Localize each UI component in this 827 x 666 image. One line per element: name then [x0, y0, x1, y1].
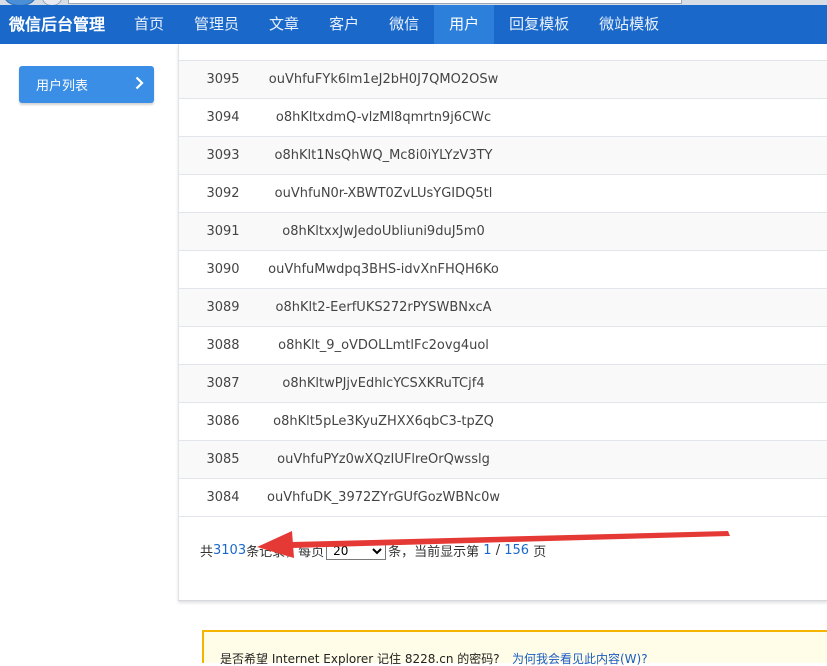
user-openid-cell: ouVhfuMwdpq3BHS-idvXnFHQH6Ko — [267, 250, 501, 289]
user-id-cell: 3084 — [179, 478, 267, 517]
ie-password-prompt: 是否希望 Internet Explorer 记住 8228.cn 的密码? 为… — [202, 630, 827, 666]
empty-cell — [500, 402, 827, 441]
empty-cell — [500, 250, 827, 289]
user-table-panel: 3095 ouVhfuFYk6lm1eJ2bH0J7QMO2OSw 3094 o8hK… — [178, 44, 827, 601]
user-openid-cell: o8hKltxdmQ-vlzMl8qmrtn9j6CWc — [267, 98, 501, 137]
table-row[interactable]: 3086 o8hKlt5pLe3KyuZHXX6qbC3-tpZQ — [179, 402, 827, 441]
user-id-cell: 3088 — [179, 326, 267, 365]
nav-site-templates[interactable]: 微站模板 — [584, 5, 674, 44]
user-id-cell: 3086 — [179, 402, 267, 441]
table-row[interactable]: 3084 ouVhfuDK_3972ZYrGUfGozWBNc0w — [179, 478, 827, 517]
user-openid-cell: o8hKlt2-EerfUKS272rPYSWBNxcA — [267, 288, 501, 327]
empty-cell — [500, 98, 827, 137]
empty-cell — [500, 212, 827, 251]
nav-wechat[interactable]: 微信 — [374, 5, 434, 44]
pager-prefix: 共 — [200, 545, 214, 560]
user-openid-cell: o8hKlt1NsQhWQ_Mc8i0iYLYzV3TY — [267, 136, 501, 175]
user-openid-cell: ouVhfuDK_3972ZYrGUfGozWBNc0w — [267, 478, 501, 517]
empty-cell — [500, 478, 827, 517]
user-id-cell: 3092 — [179, 174, 267, 213]
table-row[interactable]: 3093 o8hKlt1NsQhWQ_Mc8i0iYLYzV3TY — [179, 136, 827, 175]
user-id-cell: 3095 — [179, 61, 267, 99]
empty-cell — [500, 61, 827, 99]
brand-title: 微信后台管理 — [9, 15, 106, 34]
user-id-cell: 3093 — [179, 136, 267, 175]
empty-cell — [500, 174, 827, 213]
user-id-cell: 3089 — [179, 288, 267, 327]
table-row[interactable]: 3089 o8hKlt2-EerfUKS272rPYSWBNxcA — [179, 288, 827, 327]
empty-cell — [500, 136, 827, 175]
user-id-cell: 3090 — [179, 250, 267, 289]
total-records: 3103 — [213, 543, 247, 558]
table-row[interactable]: 3091 o8hKltxxJwJedoUbliuni9duJ5m0 — [179, 212, 827, 251]
nav-customers[interactable]: 客户 — [314, 5, 374, 44]
table-row[interactable]: 3094 o8hKltxdmQ-vlzMl8qmrtn9j6CWc — [179, 98, 827, 137]
nav-home[interactable]: 首页 — [119, 5, 179, 44]
empty-cell — [500, 364, 827, 403]
table-row[interactable]: 3095 ouVhfuFYk6lm1eJ2bH0J7QMO2OSw — [179, 61, 827, 99]
sidebar-item-user-list[interactable]: 用户列表 — [19, 66, 154, 103]
per-page-select[interactable]: 20 — [326, 541, 387, 560]
pager-page-suffix: 页 — [533, 545, 547, 560]
address-bar[interactable] — [68, 0, 682, 4]
chevron-right-icon — [135, 76, 144, 94]
empty-cell — [500, 326, 827, 365]
table-row[interactable]: 3087 o8hKltwPJjvEdhlcYCSXKRuTCjf4 — [179, 364, 827, 403]
pagination: 共 3103 条记录，每页 20 条，当前显示第 1 / 156 页 — [200, 541, 546, 560]
user-openid-cell: ouVhfuFYk6lm1eJ2bH0J7QMO2OSw — [267, 61, 501, 99]
sidebar-item-label: 用户列表 — [36, 79, 89, 94]
ie-password-question: 是否希望 Internet Explorer 记住 8228.cn 的密码? — [220, 652, 500, 666]
user-id-cell: 3094 — [179, 98, 267, 137]
partially-hidden-row — [179, 44, 827, 61]
user-openid-cell: o8hKlt_9_oVDOLLmtlFc2ovg4uol — [267, 326, 501, 365]
empty-cell — [500, 440, 827, 479]
nav-articles[interactable]: 文章 — [254, 5, 314, 44]
table-row[interactable]: 3092 ouVhfuN0r-XBWT0ZvLUsYGIDQ5tl — [179, 174, 827, 213]
user-openid-cell: o8hKltwPJjvEdhlcYCSXKRuTCjf4 — [267, 364, 501, 403]
user-id-cell: 3087 — [179, 364, 267, 403]
pager-current-label: 条，当前显示第 — [388, 545, 480, 560]
user-openid-cell: o8hKlt5pLe3KyuZHXX6qbC3-tpZQ — [267, 402, 501, 441]
top-navbar: 微信后台管理 首页 管理员 文章 客户 微信 用户 回复模板 微站模板 — [0, 5, 827, 44]
nav-admins[interactable]: 管理员 — [179, 5, 254, 44]
user-openid-cell: o8hKltxxJwJedoUbliuni9duJ5m0 — [267, 212, 501, 251]
empty-cell — [500, 288, 827, 327]
user-table: 3095 ouVhfuFYk6lm1eJ2bH0J7QMO2OSw 3094 o8hK… — [179, 61, 827, 517]
user-openid-cell: ouVhfuN0r-XBWT0ZvLUsYGIDQ5tl — [267, 174, 501, 213]
user-id-cell: 3091 — [179, 212, 267, 251]
ie-why-link[interactable]: 为何我会看见此内容(W)? — [512, 652, 648, 666]
user-id-cell: 3085 — [179, 440, 267, 479]
table-row[interactable]: 3088 o8hKlt_9_oVDOLLmtlFc2ovg4uol — [179, 326, 827, 365]
table-row[interactable]: 3085 ouVhfuPYz0wXQzIUFlreOrQwsslg — [179, 440, 827, 479]
user-openid-cell: ouVhfuPYz0wXQzIUFlreOrQwsslg — [267, 440, 501, 479]
table-row[interactable]: 3090 ouVhfuMwdpq3BHS-idvXnFHQH6Ko — [179, 250, 827, 289]
nav-users[interactable]: 用户 — [434, 5, 495, 44]
pager-records-label: 条记录，每页 — [246, 545, 325, 560]
current-page: 1 — [483, 543, 492, 558]
total-pages: 156 — [504, 543, 530, 558]
nav-reply-templates[interactable]: 回复模板 — [494, 5, 584, 44]
